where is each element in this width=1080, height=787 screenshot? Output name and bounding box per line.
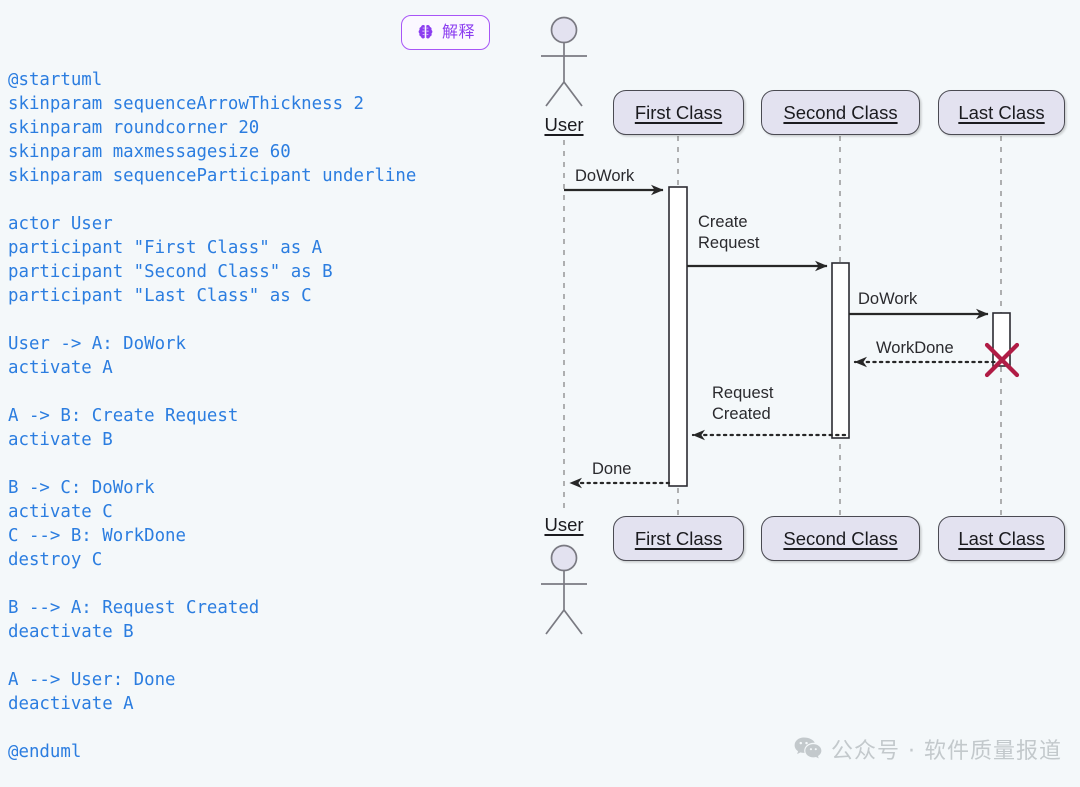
plantuml-code-block[interactable]: @startuml skinparam sequenceArrowThicknes… [8,68,528,764]
code-line: A -> B: Create Request [8,406,239,426]
actor-label-user-bottom: User [544,514,584,535]
participant-box-first-class-top[interactable]: First Class [613,90,744,135]
participant-label: Last Class [958,527,1045,549]
code-line: participant "Second Class" as B [8,262,333,282]
screenshot-root: 解释 @startuml skinparam sequenceArrowThick… [0,0,1080,787]
code-line: B -> C: DoWork [8,478,155,498]
code-line: activate B [8,430,113,450]
code-line: skinparam roundcorner 20 [8,118,260,138]
code-line: deactivate A [8,694,134,714]
participant-box-second-class-bottom[interactable]: Second Class [761,516,920,561]
brain-icon [418,24,433,40]
code-line: participant "First Class" as A [8,238,323,258]
code-line: activate A [8,358,113,378]
message-label-create-request: Create Request [698,212,759,254]
participant-box-last-class-top[interactable]: Last Class [938,90,1065,135]
participant-box-second-class-top[interactable]: Second Class [761,90,920,135]
activation-last-class [992,312,1011,367]
message-label-dowork-b-c: DoWork [858,290,918,308]
explain-button[interactable]: 解释 [401,15,490,50]
code-line: actor User [8,214,113,234]
code-line: @startuml [8,70,103,90]
actor-user-top [541,16,587,107]
code-line: deactivate B [8,622,134,642]
message-label-line: Request [712,384,774,402]
code-line: @enduml [8,742,82,762]
message-label-line: Create [698,213,748,231]
explain-button-label: 解释 [441,23,475,41]
message-label-line: Request [698,234,760,252]
participant-label: Second Class [783,527,898,549]
participant-box-first-class-bottom[interactable]: First Class [613,516,744,561]
code-line: destroy C [8,550,103,570]
message-label-dowork-user-a: DoWork [575,167,635,185]
code-line: skinparam maxmessagesize 60 [8,142,291,162]
participant-label: Second Class [783,101,898,123]
message-label-request-created: Request Created [712,383,773,425]
message-label-line: Created [712,405,771,423]
activation-second-class [831,262,850,439]
code-line: skinparam sequenceArrowThickness 2 [8,94,364,114]
participant-label: First Class [634,101,723,123]
participant-box-last-class-bottom[interactable]: Last Class [938,516,1065,561]
message-label-workdone: WorkDone [876,339,954,357]
messages: B : WorkDone (dotted, right to left) -->… [564,184,1003,489]
code-line: participant "Last Class" as C [8,286,312,306]
actor-label-user-top: User [544,114,584,135]
code-line: C --> B: WorkDone [8,526,186,546]
code-line: User -> A: DoWork [8,334,186,354]
wechat-icon [794,737,822,759]
code-line: activate C [8,502,113,522]
activation-first-class [668,186,688,487]
actor-user-bottom [541,544,587,635]
participant-label: First Class [634,527,723,549]
watermark-text: 公众号 · 软件质量报道 [831,739,1062,764]
message-label-done: Done [592,460,632,478]
code-line: skinparam sequenceParticipant underline [8,166,417,186]
participant-label: Last Class [958,101,1045,123]
code-line: A --> User: Done [8,670,176,690]
code-line: B --> A: Request Created [8,598,260,618]
wechat-watermark: 公众号 · 软件质量报道 [794,733,1062,765]
destroy-cross-last-class [984,342,1020,378]
